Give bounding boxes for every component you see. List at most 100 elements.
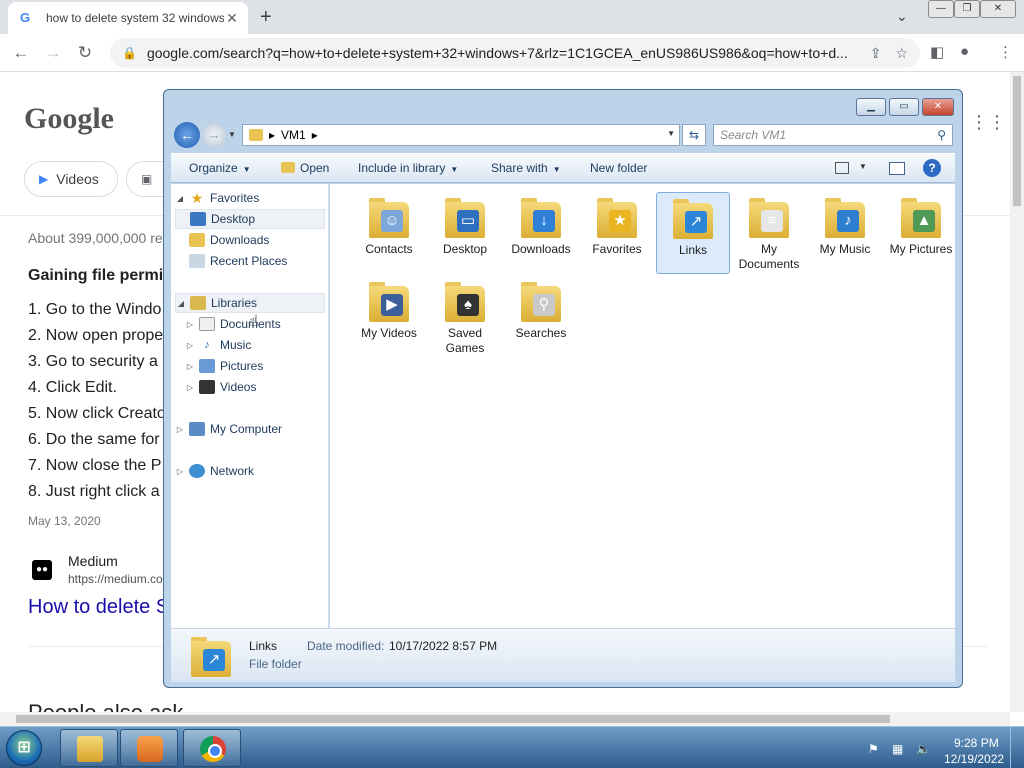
- nav-item-my-computer[interactable]: ▷ My Computer: [175, 419, 325, 439]
- explorer-back-arrow-icon[interactable]: ←: [174, 122, 200, 148]
- nav-item-libraries[interactable]: ◢ Libraries: [175, 293, 325, 313]
- folder-item[interactable]: ▲ My Pictures: [884, 192, 958, 274]
- new-tab-button[interactable]: +: [260, 6, 272, 29]
- scroll-thumb[interactable]: [1013, 76, 1021, 206]
- expand-triangle-icon[interactable]: ▷: [185, 362, 195, 371]
- pictures-icon: [199, 359, 215, 373]
- volume-icon[interactable]: 🔈: [916, 742, 931, 756]
- expand-triangle-icon[interactable]: ▷: [185, 341, 195, 350]
- result-link[interactable]: How to delete S: [28, 596, 169, 619]
- nav-item-recent-places[interactable]: Recent Places: [175, 251, 325, 271]
- filter-videos-chip[interactable]: ▶ Videos: [24, 161, 118, 197]
- folder-item[interactable]: ↓ Downloads: [504, 192, 578, 274]
- snippet-item: 3. Go to security a: [28, 353, 158, 370]
- nav-item-music[interactable]: ▷ ♪ Music: [185, 335, 335, 355]
- back-arrow-icon[interactable]: ←: [10, 42, 32, 64]
- source-url[interactable]: https://medium.co: [68, 572, 163, 586]
- profile-avatar-icon[interactable]: ●: [960, 43, 969, 60]
- computer-icon: [189, 422, 205, 436]
- bookmark-star-icon[interactable]: ☆: [895, 45, 908, 62]
- share-with-button[interactable]: Share with ▼: [491, 161, 561, 175]
- taskbar-explorer-button[interactable]: [60, 729, 118, 767]
- folder-item[interactable]: ↗ Links: [656, 192, 730, 274]
- restore-button[interactable]: ❐: [954, 0, 980, 18]
- reload-icon[interactable]: ↻: [74, 42, 96, 64]
- recent-pages-chevron-icon[interactable]: ▼: [228, 130, 236, 139]
- folder-item[interactable]: ≡ My Documents: [732, 192, 806, 274]
- side-panel-icon[interactable]: ◧: [930, 43, 944, 61]
- search-icon[interactable]: ⚲: [937, 125, 946, 145]
- tab-close-icon[interactable]: ✕: [224, 10, 240, 27]
- browser-tab-bar: G how to delete system 32 windows 7 ✕ + …: [0, 0, 1024, 34]
- explorer-refresh-icon[interactable]: ⇆: [682, 124, 706, 146]
- expand-triangle-icon[interactable]: ▷: [175, 467, 185, 476]
- include-in-library-button[interactable]: Include in library ▼: [358, 161, 458, 175]
- source-name[interactable]: Medium: [68, 553, 118, 569]
- expand-triangle-icon[interactable]: ▷: [175, 425, 185, 434]
- nav-label: Pictures: [220, 359, 264, 373]
- view-dropdown-icon[interactable]: ▼: [859, 162, 867, 171]
- folder-item[interactable]: ☺ Contacts: [352, 192, 426, 274]
- horizontal-scrollbar[interactable]: [0, 712, 1010, 726]
- open-button[interactable]: Open: [281, 161, 329, 175]
- clock-date[interactable]: 12/19/2022: [944, 752, 1004, 766]
- collapse-triangle-icon[interactable]: ◢: [175, 194, 185, 203]
- clock-time[interactable]: 9:28 PM: [954, 736, 999, 750]
- forward-arrow-icon[interactable]: →: [42, 42, 64, 64]
- breadcrumb-separator-icon[interactable]: ▸: [312, 128, 318, 142]
- google-apps-icon[interactable]: ⋮⋮⋮: [970, 112, 1010, 133]
- help-icon[interactable]: ?: [923, 159, 941, 177]
- new-folder-button[interactable]: New folder: [590, 161, 647, 175]
- menu-kebab-icon[interactable]: ⋮: [998, 43, 1013, 61]
- tab-search-chevron-icon[interactable]: ⌄: [896, 8, 908, 25]
- explorer-address-bar[interactable]: ▸ VM1 ▸ ▼: [242, 124, 680, 146]
- google-doodle[interactable]: Google: [0, 72, 120, 156]
- organize-label: Organize: [189, 161, 238, 175]
- address-dropdown-icon[interactable]: ▼: [667, 129, 675, 138]
- address-bar[interactable]: 🔒 google.com/search?q=how+to+delete+syst…: [110, 38, 920, 68]
- folder-item[interactable]: ♠ Saved Games: [428, 276, 502, 358]
- minimize-button[interactable]: —: [928, 0, 954, 18]
- nav-item-desktop[interactable]: Desktop: [175, 209, 325, 229]
- url-text[interactable]: google.com/search?q=how+to+delete+system…: [147, 45, 856, 61]
- folder-item[interactable]: ▭ Desktop: [428, 192, 502, 274]
- folder-item[interactable]: ★ Favorites: [580, 192, 654, 274]
- share-icon[interactable]: ⇪: [870, 45, 882, 62]
- explorer-maximize-button[interactable]: ▭: [889, 98, 919, 116]
- show-desktop-button[interactable]: [1010, 727, 1024, 768]
- folder-item[interactable]: ⚲ Searches: [504, 276, 578, 358]
- browser-tab[interactable]: G how to delete system 32 windows 7 ✕: [8, 2, 248, 34]
- explorer-close-button[interactable]: ✕: [922, 98, 954, 116]
- vertical-scrollbar[interactable]: [1010, 72, 1024, 712]
- collapse-triangle-icon[interactable]: ◢: [176, 299, 186, 308]
- nav-item-videos[interactable]: ▷ Videos: [185, 377, 335, 397]
- action-center-flag-icon[interactable]: ⚑: [868, 742, 879, 756]
- taskbar-media-player-button[interactable]: [120, 729, 178, 767]
- preview-pane-icon[interactable]: [889, 162, 905, 175]
- nav-item-pictures[interactable]: ▷ Pictures: [185, 356, 335, 376]
- organize-button[interactable]: Organize ▼: [189, 161, 251, 175]
- taskbar-chrome-button[interactable]: [183, 729, 241, 767]
- explorer-forward-arrow-icon[interactable]: →: [202, 123, 226, 147]
- explorer-search-input[interactable]: Search VM1 ⚲: [713, 124, 953, 146]
- scroll-thumb[interactable]: [16, 715, 890, 723]
- explorer-minimize-button[interactable]: ▁: [856, 98, 886, 116]
- google-logo[interactable]: Google: [24, 102, 114, 136]
- folder-item[interactable]: ▶ My Videos: [352, 276, 426, 358]
- explorer-title-bar[interactable]: ▁ ▭ ✕: [164, 90, 962, 118]
- expand-triangle-icon[interactable]: ▷: [185, 320, 195, 329]
- expand-triangle-icon[interactable]: ▷: [185, 383, 195, 392]
- details-modified-value: 10/17/2022 8:57 PM: [389, 639, 498, 653]
- nav-item-favorites[interactable]: ◢ ★ Favorites: [175, 188, 325, 208]
- nav-item-documents[interactable]: ▷ Documents: [185, 314, 335, 334]
- breadcrumb-separator-icon[interactable]: ▸: [269, 128, 275, 142]
- start-button[interactable]: ⊞: [6, 730, 42, 766]
- close-button[interactable]: ✕: [980, 0, 1016, 18]
- nav-item-downloads[interactable]: Downloads: [175, 230, 325, 250]
- change-view-icon[interactable]: [835, 162, 849, 174]
- breadcrumb[interactable]: VM1: [281, 128, 306, 142]
- folder-label: Downloads: [511, 242, 571, 256]
- nav-item-network[interactable]: ▷ Network: [175, 461, 325, 481]
- folder-item[interactable]: ♪ My Music: [808, 192, 882, 274]
- network-tray-icon[interactable]: ▦: [892, 742, 903, 756]
